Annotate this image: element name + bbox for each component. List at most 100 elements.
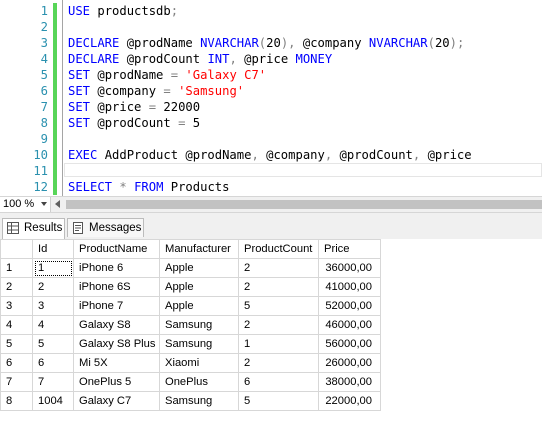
code-text: USE productsdb; xyxy=(68,3,178,19)
cell-productname[interactable]: iPhone 6 xyxy=(73,258,160,278)
results-grid: Id ProductName Manufacturer ProductCount… xyxy=(0,239,381,411)
code-token: AddProduct @prodName xyxy=(97,148,252,162)
code-line[interactable]: 11 xyxy=(0,163,542,179)
code-line[interactable]: 8 SET @prodCount = 5 xyxy=(0,115,542,131)
cell-productcount[interactable]: 2 xyxy=(238,258,319,278)
cell-manufacturer[interactable]: Samsung xyxy=(159,334,239,354)
table-row[interactable]: 1 1 iPhone 6 Apple 2 36000,00 xyxy=(0,258,381,278)
code-line[interactable]: 4 DECLARE @prodCount INT, @price MONEY xyxy=(0,51,542,67)
row-number[interactable]: 2 xyxy=(0,277,33,297)
line-number: 9 xyxy=(40,132,48,146)
cell-price[interactable]: 46000,00 xyxy=(318,315,381,335)
change-marker xyxy=(53,83,57,99)
row-number[interactable]: 1 xyxy=(0,258,33,278)
cell-id[interactable]: 4 xyxy=(32,315,74,335)
table-row[interactable]: 8 1004 Galaxy C7 Samsung 5 22000,00 xyxy=(0,391,381,411)
horizontal-scrollbar-thumb[interactable] xyxy=(66,200,542,209)
zoom-select[interactable]: 100 % xyxy=(0,197,51,212)
results-tab-strip: Results Messages xyxy=(0,213,542,239)
cell-productname[interactable]: Galaxy S8 Plus xyxy=(73,334,160,354)
cell-price[interactable]: 22000,00 xyxy=(318,391,381,411)
cell-manufacturer[interactable]: Apple xyxy=(159,296,239,316)
code-text: SET @prodName = 'Galaxy C7' xyxy=(68,67,266,83)
cell-manufacturer[interactable]: Samsung xyxy=(159,315,239,335)
cell-manufacturer[interactable]: OnePlus xyxy=(159,372,239,392)
scroll-left-arrow-icon[interactable] xyxy=(55,200,60,208)
code-token: DECLARE xyxy=(68,52,120,66)
tab-messages[interactable]: Messages xyxy=(67,218,144,237)
cell-productcount[interactable]: 2 xyxy=(238,353,319,373)
code-line[interactable]: 12 SELECT * FROM Products xyxy=(0,179,542,195)
cell-id[interactable]: 2 xyxy=(32,277,74,297)
table-row[interactable]: 5 5 Galaxy S8 Plus Samsung 1 56000,00 xyxy=(0,334,381,354)
table-row[interactable]: 4 4 Galaxy S8 Samsung 2 46000,00 xyxy=(0,315,381,335)
line-number: 2 xyxy=(40,20,48,34)
row-number[interactable]: 4 xyxy=(0,315,33,335)
code-line[interactable]: 3 DECLARE @prodName NVARCHAR(20), @compan… xyxy=(0,35,542,51)
cell-id[interactable]: 3 xyxy=(32,296,74,316)
cell-productcount[interactable]: 5 xyxy=(238,391,319,411)
code-line[interactable]: 1 USE productsdb; xyxy=(0,3,542,19)
cell-id[interactable]: 1 xyxy=(32,258,74,278)
cell-productcount[interactable]: 1 xyxy=(238,334,319,354)
line-number: 8 xyxy=(40,116,48,130)
code-line[interactable]: 6 SET @company = 'Samsung' xyxy=(0,83,542,99)
cell-productname[interactable]: iPhone 7 xyxy=(73,296,160,316)
cell-id[interactable]: 7 xyxy=(32,372,74,392)
row-number[interactable]: 8 xyxy=(0,391,33,411)
cell-manufacturer[interactable]: Xiaomi xyxy=(159,353,239,373)
query-editor[interactable]: 1 USE productsdb; 2 3 DECLARE @prodName NVAR… xyxy=(0,0,542,196)
row-number[interactable]: 6 xyxy=(0,353,33,373)
cell-productcount[interactable]: 6 xyxy=(238,372,319,392)
code-token: SET xyxy=(68,116,91,130)
cell-manufacturer[interactable]: Apple xyxy=(159,277,239,297)
cell-productname[interactable]: Mi 5X xyxy=(73,353,160,373)
code-line[interactable]: 9 xyxy=(0,131,542,147)
cell-productname[interactable]: Galaxy S8 xyxy=(73,315,160,335)
cell-price[interactable]: 26000,00 xyxy=(318,353,381,373)
row-number[interactable]: 3 xyxy=(0,296,33,316)
column-header-id[interactable]: Id xyxy=(32,239,74,259)
grid-corner-cell[interactable] xyxy=(0,239,33,259)
change-marker xyxy=(53,131,57,147)
cell-price[interactable]: 36000,00 xyxy=(318,258,381,278)
row-number[interactable]: 5 xyxy=(0,334,33,354)
code-line[interactable]: 7 SET @price = 22000 xyxy=(0,99,542,115)
cell-id[interactable]: 5 xyxy=(32,334,74,354)
editor-lines: 1 USE productsdb; 2 3 DECLARE @prodName NVAR… xyxy=(0,3,542,195)
code-text: EXEC AddProduct @prodName, @company, @pr… xyxy=(68,147,472,163)
zoom-value: 100 % xyxy=(3,198,35,210)
cell-price[interactable]: 38000,00 xyxy=(318,372,381,392)
cell-price[interactable]: 56000,00 xyxy=(318,334,381,354)
tab-messages-label: Messages xyxy=(89,222,142,234)
cell-productcount[interactable]: 2 xyxy=(238,315,319,335)
column-header-manufacturer[interactable]: Manufacturer xyxy=(159,239,239,259)
column-header-price[interactable]: Price xyxy=(318,239,381,259)
cell-manufacturer[interactable]: Samsung xyxy=(159,391,239,411)
cell-productname[interactable]: iPhone 6S xyxy=(73,277,160,297)
cell-manufacturer[interactable]: Apple xyxy=(159,258,239,278)
table-row[interactable]: 6 6 Mi 5X Xiaomi 2 26000,00 xyxy=(0,353,381,373)
cell-productname[interactable]: Galaxy C7 xyxy=(73,391,160,411)
table-row[interactable]: 2 2 iPhone 6S Apple 2 41000,00 xyxy=(0,277,381,297)
cell-productname[interactable]: OnePlus 5 xyxy=(73,372,160,392)
cell-price[interactable]: 41000,00 xyxy=(318,277,381,297)
code-token: 'Samsung' xyxy=(178,84,245,98)
cell-productcount[interactable]: 2 xyxy=(238,277,319,297)
cell-id[interactable]: 6 xyxy=(32,353,74,373)
table-row[interactable]: 7 7 OnePlus 5 OnePlus 6 38000,00 xyxy=(0,372,381,392)
change-marker xyxy=(53,179,57,195)
code-token: @price xyxy=(420,148,472,162)
cell-productcount[interactable]: 5 xyxy=(238,296,319,316)
column-header-productname[interactable]: ProductName xyxy=(73,239,160,259)
cell-price[interactable]: 52000,00 xyxy=(318,296,381,316)
grid-header-row: Id ProductName Manufacturer ProductCount… xyxy=(0,239,381,259)
table-row[interactable]: 3 3 iPhone 7 Apple 5 52000,00 xyxy=(0,296,381,316)
code-line[interactable]: 5 SET @prodName = 'Galaxy C7' xyxy=(0,67,542,83)
cell-id[interactable]: 1004 xyxy=(32,391,74,411)
tab-results[interactable]: Results xyxy=(2,218,65,239)
column-header-productcount[interactable]: ProductCount xyxy=(238,239,319,259)
code-line[interactable]: 2 xyxy=(0,19,542,35)
row-number[interactable]: 7 xyxy=(0,372,33,392)
code-line[interactable]: 10 EXEC AddProduct @prodName, @company, @… xyxy=(0,147,542,163)
